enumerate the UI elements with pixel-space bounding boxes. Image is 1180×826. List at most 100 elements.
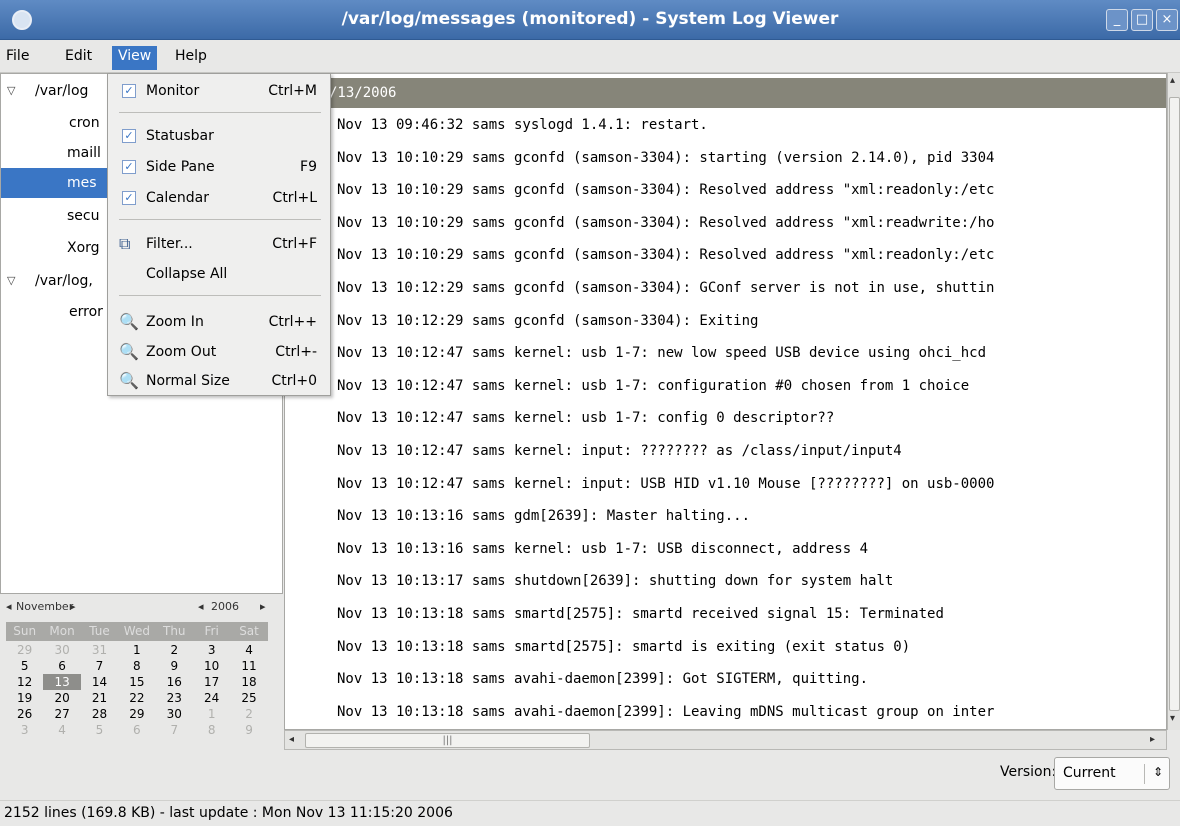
expander-down-icon[interactable]: ▽ — [7, 266, 15, 296]
expander-down-icon[interactable]: ▽ — [7, 76, 15, 106]
log-line[interactable]: Nov 13 10:10:29 sams gconfd (samson-3304… — [337, 174, 994, 207]
calendar-grid[interactable]: 29 30 31 1 2 3 4 5 6 7 8 9 10 11 12 13 14 15 16 17 18 19 20 21 2… — [6, 642, 268, 738]
menu-item-collapse-all[interactable]: Collapse All — [108, 259, 330, 289]
calendar-day[interactable]: 10 — [193, 658, 230, 674]
menu-item-statusbar[interactable]: ✓ Statusbar — [108, 121, 330, 151]
log-line[interactable]: Nov 13 10:12:47 sams kernel: input: ????… — [337, 435, 902, 468]
calendar-day[interactable]: 16 — [156, 674, 193, 690]
close-button[interactable]: × — [1156, 9, 1178, 31]
log-line[interactable]: Nov 13 10:13:16 sams gdm[2639]: Master h… — [337, 500, 750, 533]
log-view[interactable]: /13/2006 Nov 13 09:46:32 sams syslogd 1.… — [284, 73, 1167, 730]
log-line[interactable]: Nov 13 10:12:47 sams kernel: usb 1-7: co… — [337, 402, 834, 435]
calendar-day[interactable]: 11 — [230, 658, 267, 674]
prev-year-icon[interactable]: ◂ — [198, 600, 204, 613]
log-line[interactable]: Nov 13 10:10:29 sams gconfd (samson-3304… — [337, 207, 994, 240]
calendar-day[interactable]: 4 — [43, 722, 80, 738]
log-line[interactable]: Nov 13 10:12:47 sams kernel: usb 1-7: ne… — [337, 337, 986, 370]
calendar-day[interactable]: 19 — [6, 690, 43, 706]
menu-edit[interactable]: Edit — [59, 46, 98, 70]
checkbox-checked-icon[interactable]: ✓ — [122, 129, 136, 143]
calendar-day[interactable]: 5 — [6, 658, 43, 674]
menu-item-zoom-out[interactable]: 🔍 Zoom Out Ctrl+- — [108, 337, 330, 367]
menu-item-normal-size[interactable]: 🔍 Normal Size Ctrl+0 — [108, 366, 330, 396]
calendar-day[interactable]: 6 — [43, 658, 80, 674]
log-line[interactable]: Nov 13 10:13:18 sams avahi-daemon[2399]:… — [337, 696, 994, 729]
menu-item-zoom-in[interactable]: 🔍 Zoom In Ctrl++ — [108, 307, 330, 337]
menu-file[interactable]: File — [0, 46, 35, 70]
calendar-day[interactable]: 25 — [230, 690, 267, 706]
scroll-up-icon[interactable]: ▴ — [1170, 75, 1175, 86]
log-line[interactable]: Nov 13 10:13:18 sams avahi-daemon[2399]:… — [337, 663, 868, 696]
log-line[interactable]: Nov 13 10:12:47 sams kernel: usb 1-7: co… — [337, 370, 969, 403]
vertical-scrollbar[interactable]: ▴ ▾ — [1167, 73, 1180, 730]
next-year-icon[interactable]: ▸ — [260, 600, 266, 613]
log-date-header[interactable]: /13/2006 — [285, 78, 1166, 108]
calendar-day[interactable]: 4 — [230, 642, 267, 658]
calendar-day[interactable]: 24 — [193, 690, 230, 706]
menu-view[interactable]: View — [112, 46, 158, 70]
log-line[interactable]: Nov 13 09:46:32 sams syslogd 1.4.1: rest… — [337, 109, 708, 142]
calendar-day[interactable]: 1 — [193, 706, 230, 722]
maximize-button[interactable]: □ — [1131, 9, 1153, 31]
menu-item-filter[interactable]: ⧉ Filter... Ctrl+F — [108, 229, 330, 259]
calendar-day[interactable]: 30 — [43, 642, 80, 658]
menu-item-calendar[interactable]: ✓ Calendar Ctrl+L — [108, 183, 330, 213]
calendar-day[interactable]: 1 — [118, 642, 155, 658]
calendar-day[interactable]: 14 — [81, 674, 118, 690]
version-select[interactable]: Current ⇕ — [1054, 757, 1170, 790]
log-line[interactable]: Nov 13 10:10:29 sams gconfd (samson-3304… — [337, 142, 994, 175]
calendar-day[interactable]: 15 — [118, 674, 155, 690]
calendar-day[interactable]: 2 — [230, 706, 267, 722]
log-line[interactable]: Nov 13 10:13:17 sams shutdown[2639]: shu… — [337, 565, 893, 598]
calendar-day[interactable]: 17 — [193, 674, 230, 690]
calendar-day[interactable]: 23 — [156, 690, 193, 706]
vertical-scroll-thumb[interactable] — [1169, 97, 1180, 711]
calendar-day[interactable]: 29 — [6, 642, 43, 658]
calendar-day[interactable]: 27 — [43, 706, 80, 722]
calendar-day[interactable]: 5 — [81, 722, 118, 738]
horizontal-scrollbar[interactable]: ◂ ||| ▸ — [284, 730, 1167, 750]
calendar-day[interactable]: 7 — [81, 658, 118, 674]
log-line[interactable]: Nov 13 10:12:29 sams gconfd (samson-3304… — [337, 305, 758, 338]
next-month-icon[interactable]: ▸ — [70, 600, 76, 613]
calendar-day[interactable]: 3 — [6, 722, 43, 738]
menu-help[interactable]: Help — [169, 46, 213, 70]
calendar-day[interactable]: 21 — [81, 690, 118, 706]
calendar-day[interactable]: 2 — [156, 642, 193, 658]
calendar-day[interactable]: 22 — [118, 690, 155, 706]
calendar-day[interactable]: 18 — [230, 674, 267, 690]
horizontal-scroll-thumb[interactable]: ||| — [305, 733, 590, 748]
calendar-day[interactable]: 3 — [193, 642, 230, 658]
calendar-day[interactable]: 20 — [43, 690, 80, 706]
calendar-day[interactable]: 29 — [118, 706, 155, 722]
calendar-day[interactable]: 31 — [81, 642, 118, 658]
calendar-day[interactable]: 6 — [118, 722, 155, 738]
scroll-right-icon[interactable]: ▸ — [1150, 734, 1155, 745]
log-line[interactable]: Nov 13 10:12:29 sams gconfd (samson-3304… — [337, 272, 994, 305]
scroll-down-icon[interactable]: ▾ — [1170, 713, 1175, 724]
checkbox-checked-icon[interactable]: ✓ — [122, 84, 136, 98]
calendar-day[interactable]: 8 — [193, 722, 230, 738]
calendar-day[interactable]: 8 — [118, 658, 155, 674]
calendar-day[interactable]: 28 — [81, 706, 118, 722]
log-line[interactable]: Nov 13 10:13:18 sams smartd[2575]: smart… — [337, 598, 944, 631]
checkbox-checked-icon[interactable]: ✓ — [122, 191, 136, 205]
log-line[interactable]: Nov 13 10:12:47 sams kernel: input: USB … — [337, 468, 994, 501]
minimize-button[interactable]: _ — [1106, 9, 1128, 31]
calendar-day[interactable]: 7 — [156, 722, 193, 738]
calendar-day[interactable]: 9 — [156, 658, 193, 674]
log-line[interactable]: Nov 13 10:13:18 sams smartd[2575]: smart… — [337, 631, 910, 664]
menu-item-side-pane[interactable]: ✓ Side Pane F9 — [108, 152, 330, 182]
checkbox-checked-icon[interactable]: ✓ — [122, 160, 136, 174]
menu-item-monitor[interactable]: ✓ Monitor Ctrl+M — [108, 76, 330, 106]
calendar-day[interactable]: 12 — [6, 674, 43, 690]
spin-arrows-icon[interactable]: ⇕ — [1153, 765, 1163, 779]
log-line[interactable]: Nov 13 10:10:29 sams gconfd (samson-3304… — [337, 239, 994, 272]
calendar-day[interactable]: 13 — [43, 674, 81, 690]
prev-month-icon[interactable]: ◂ — [6, 600, 12, 613]
calendar-day[interactable]: 30 — [156, 706, 193, 722]
scroll-left-icon[interactable]: ◂ — [289, 734, 294, 745]
calendar-day[interactable]: 26 — [6, 706, 43, 722]
log-line[interactable]: Nov 13 10:13:16 sams kernel: usb 1-7: US… — [337, 533, 868, 566]
calendar-day[interactable]: 9 — [230, 722, 267, 738]
